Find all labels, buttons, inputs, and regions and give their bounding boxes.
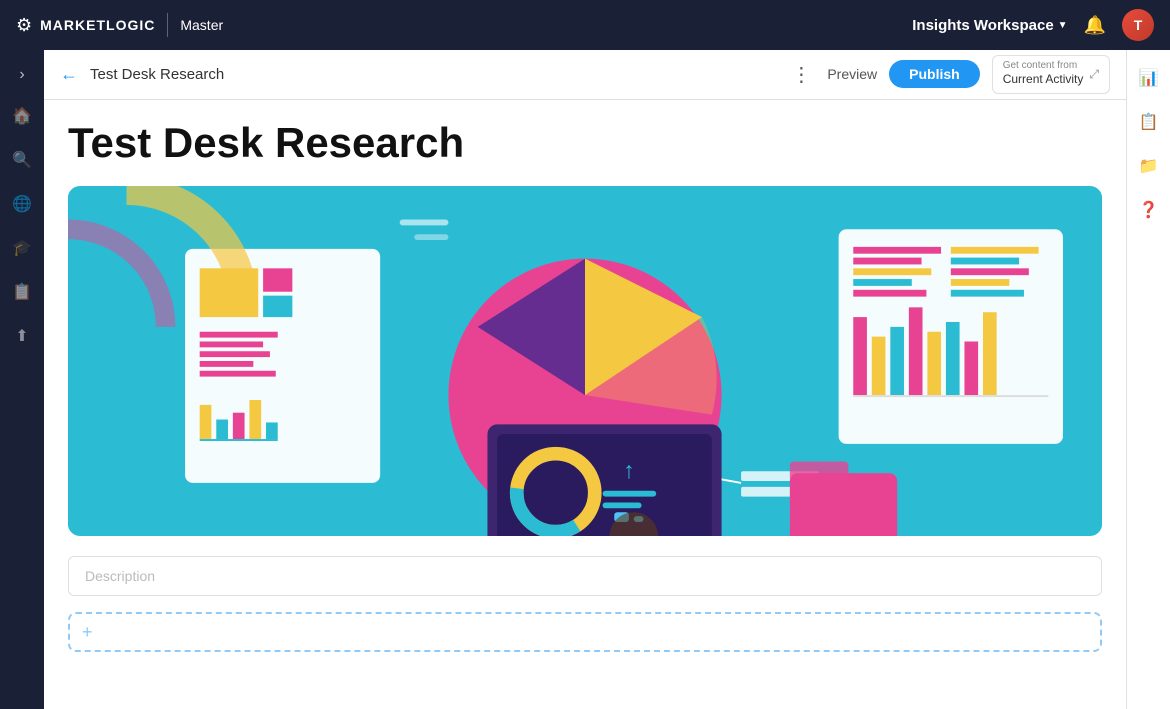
back-button[interactable]: ← bbox=[60, 64, 78, 85]
description-placeholder: Description bbox=[85, 568, 155, 584]
right-sidebar-stack-icon[interactable]: 📁 bbox=[1127, 146, 1170, 186]
add-content-area[interactable]: + bbox=[68, 612, 1102, 652]
page-title: Test Desk Research bbox=[90, 66, 775, 83]
sidebar-globe-icon[interactable]: 🌐 bbox=[0, 184, 44, 224]
current-activity-text: Get content from Current Activity bbox=[1003, 61, 1084, 88]
page-heading[interactable]: Test Desk Research bbox=[68, 120, 1102, 166]
master-label: Master bbox=[180, 17, 223, 33]
nav-right: Insights Workspace ▼ 🔔 T bbox=[912, 9, 1154, 41]
sidebar-search-icon[interactable]: 🔍 bbox=[0, 140, 44, 180]
main-layout: › 🏠 🔍 🌐 🎓 📋 ⬆ ← Test Desk Research ⋮ Pre… bbox=[0, 50, 1170, 709]
notification-icon[interactable]: 🔔 bbox=[1084, 15, 1106, 36]
preview-button[interactable]: Preview bbox=[827, 66, 877, 82]
right-sidebar: 📊 📋 📁 ❓ bbox=[1126, 50, 1170, 709]
nav-divider bbox=[167, 13, 168, 37]
logo-icon: ⚙ bbox=[16, 15, 32, 36]
nav-left: ⚙ MARKETLOGIC Master bbox=[16, 13, 223, 37]
left-sidebar: › 🏠 🔍 🌐 🎓 📋 ⬆ bbox=[0, 50, 44, 709]
logo-text: MARKETLOGIC bbox=[40, 17, 155, 33]
page-content: Test Desk Research bbox=[44, 100, 1126, 709]
sidebar-upload-icon[interactable]: ⬆ bbox=[0, 316, 44, 356]
workspace-caret-icon: ▼ bbox=[1058, 20, 1068, 31]
publish-button[interactable]: Publish bbox=[889, 60, 980, 88]
sidebar-toggle-button[interactable]: › bbox=[0, 58, 44, 92]
content-area: ← Test Desk Research ⋮ Preview Publish G… bbox=[44, 50, 1126, 709]
current-activity-main-label: Current Activity bbox=[1003, 71, 1084, 88]
right-sidebar-doc-icon[interactable]: 📋 bbox=[1127, 102, 1170, 142]
sidebar-home-icon[interactable]: 🏠 bbox=[0, 96, 44, 136]
description-field[interactable]: Description bbox=[68, 556, 1102, 596]
add-content-icon: + bbox=[82, 622, 93, 643]
current-activity-button[interactable]: Get content from Current Activity ⤢ bbox=[992, 55, 1110, 94]
right-sidebar-help-icon[interactable]: ❓ bbox=[1127, 190, 1170, 230]
current-activity-expand-icon: ⤢ bbox=[1089, 67, 1099, 82]
hero-image: ↑ bbox=[68, 186, 1102, 536]
sub-header: ← Test Desk Research ⋮ Preview Publish G… bbox=[44, 50, 1126, 100]
right-sidebar-chart-icon[interactable]: 📊 bbox=[1127, 58, 1170, 98]
more-options-button[interactable]: ⋮ bbox=[787, 58, 815, 91]
workspace-button[interactable]: Insights Workspace ▼ bbox=[912, 17, 1067, 34]
sidebar-learn-icon[interactable]: 🎓 bbox=[0, 228, 44, 268]
workspace-label: Insights Workspace bbox=[912, 17, 1053, 34]
sub-header-actions: ⋮ Preview Publish Get content from Curre… bbox=[787, 55, 1110, 94]
svg-text:↑: ↑ bbox=[623, 457, 635, 483]
sidebar-document-icon[interactable]: 📋 bbox=[0, 272, 44, 312]
avatar[interactable]: T bbox=[1122, 9, 1154, 41]
top-navigation: ⚙ MARKETLOGIC Master Insights Workspace … bbox=[0, 0, 1170, 50]
logo-area: ⚙ MARKETLOGIC bbox=[16, 15, 155, 36]
current-activity-top-label: Get content from bbox=[1003, 61, 1084, 71]
